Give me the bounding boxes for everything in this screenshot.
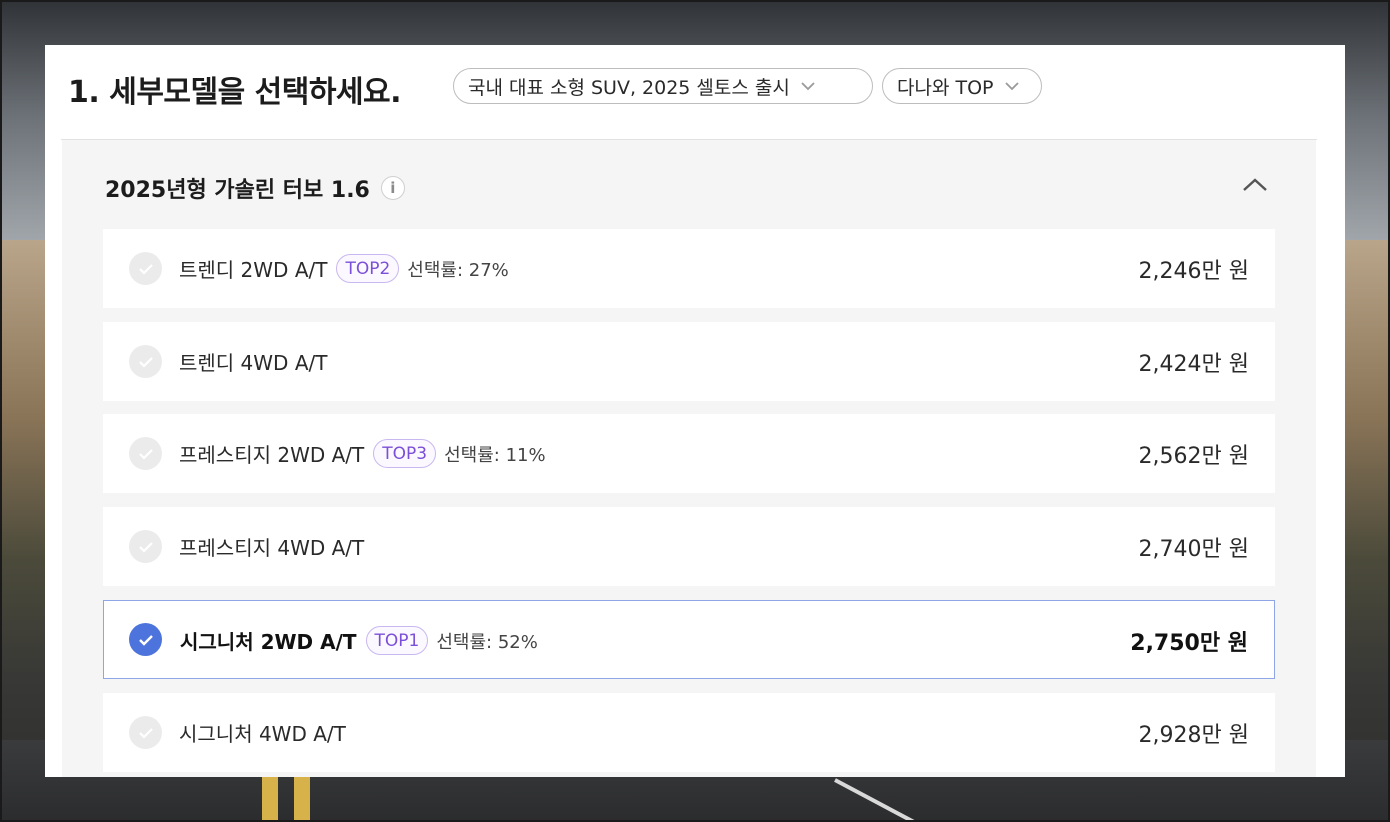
chevron-up-icon[interactable]	[1240, 175, 1270, 195]
page-title: 1. 세부모델을 선택하세요.	[68, 75, 402, 110]
rank-badge: TOP2	[336, 254, 400, 283]
trim-label: 프레스티지 2WD A/T TOP3 선택률: 11%	[179, 414, 546, 493]
trim-price: 2,740만 원	[1138, 536, 1249, 562]
check-circle-icon[interactable]	[129, 530, 162, 563]
rank-badge: TOP3	[373, 439, 437, 468]
trim-price: 2,562만 원	[1138, 443, 1249, 469]
check-circle-icon[interactable]	[129, 437, 162, 470]
trim-group: 2025년형 가솔린 터보 1.6 i 트렌디 2WD A/T TOP2 선택률…	[62, 140, 1316, 777]
info-icon[interactable]: i	[380, 176, 405, 200]
model-select[interactable]: 국내 대표 소형 SUV, 2025 셀토스 출시	[453, 68, 873, 104]
check-circle-icon[interactable]	[129, 623, 162, 656]
trim-label: 트렌디 2WD A/T TOP2 선택률: 27%	[179, 229, 509, 308]
trim-row[interactable]: 트렌디 2WD A/T TOP2 선택률: 27% 2,246만 원	[103, 229, 1275, 308]
trim-label: 트렌디 4WD A/T	[179, 322, 327, 401]
selection-rate: 선택률: 11%	[444, 444, 546, 466]
trim-label: 시그니처 2WD A/T TOP1 선택률: 52%	[180, 601, 538, 680]
sort-select[interactable]: 다나와 TOP	[882, 68, 1042, 104]
check-circle-icon[interactable]	[129, 252, 162, 285]
trim-selection-panel: 1. 세부모델을 선택하세요. 국내 대표 소형 SUV, 2025 셀토스 출…	[45, 45, 1345, 777]
trim-price: 2,424만 원	[1138, 351, 1249, 377]
trim-label: 시그니처 4WD A/T	[179, 693, 346, 772]
model-select-value: 국내 대표 소형 SUV, 2025 셀토스 출시	[468, 76, 790, 99]
chevron-down-icon	[1004, 81, 1020, 91]
trim-group-title-text: 2025년형 가솔린 터보 1.6	[105, 178, 370, 203]
check-circle-icon[interactable]	[129, 716, 162, 749]
trim-label: 프레스티지 4WD A/T	[179, 507, 364, 586]
trim-group-title: 2025년형 가솔린 터보 1.6 i	[105, 172, 405, 204]
trim-name: 시그니처 2WD A/T	[180, 630, 357, 654]
road-marking	[262, 775, 278, 822]
trim-name: 시그니처 4WD A/T	[179, 722, 346, 746]
trim-row[interactable]: 프레스티지 4WD A/T 2,740만 원	[103, 507, 1275, 586]
chevron-down-icon	[800, 81, 816, 91]
selection-rate: 선택률: 52%	[436, 631, 538, 653]
road-marking	[294, 775, 310, 822]
trim-price: 2,246만 원	[1138, 258, 1249, 284]
trim-row-selected[interactable]: 시그니처 2WD A/T TOP1 선택률: 52% 2,750만 원	[103, 600, 1275, 679]
trim-name: 프레스티지 4WD A/T	[179, 536, 365, 560]
trim-price: 2,928만 원	[1138, 722, 1249, 748]
panel-header: 1. 세부모델을 선택하세요. 국내 대표 소형 SUV, 2025 셀토스 출…	[45, 45, 1345, 139]
trim-name: 트렌디 2WD A/T	[179, 258, 328, 282]
trim-name: 프레스티지 2WD A/T	[179, 443, 365, 467]
trim-row[interactable]: 프레스티지 2WD A/T TOP3 선택률: 11% 2,562만 원	[103, 414, 1275, 493]
rank-badge: TOP1	[365, 626, 429, 655]
selection-rate: 선택률: 27%	[407, 259, 509, 281]
trim-price: 2,750만 원	[1130, 630, 1248, 656]
check-circle-icon[interactable]	[129, 345, 162, 378]
trim-row[interactable]: 트렌디 4WD A/T 2,424만 원	[103, 322, 1275, 401]
trim-name: 트렌디 4WD A/T	[179, 351, 328, 375]
trim-row[interactable]: 시그니처 4WD A/T 2,928만 원	[103, 693, 1275, 772]
sort-select-value: 다나와 TOP	[897, 76, 994, 99]
